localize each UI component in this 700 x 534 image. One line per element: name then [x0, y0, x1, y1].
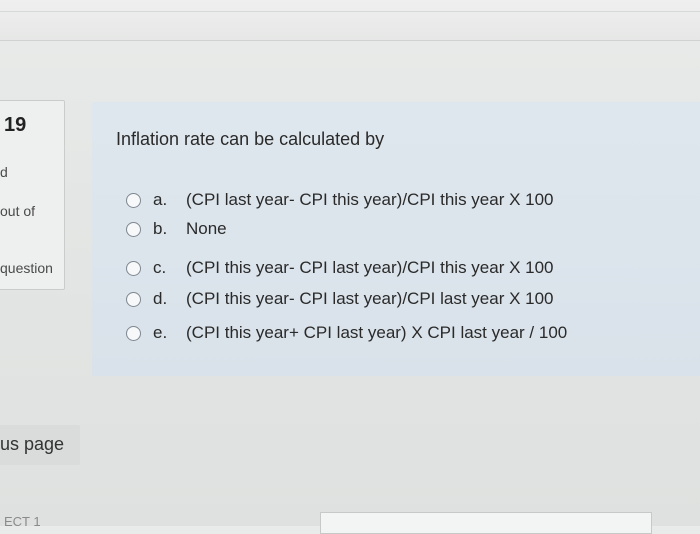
top-divider: [0, 11, 700, 12]
radio-button-c[interactable]: [126, 261, 141, 276]
option-letter: b.: [153, 219, 168, 238]
footer-partial-text: ECT 1: [4, 514, 41, 529]
option-text: (CPI this year- CPI last year)/CPI this …: [186, 258, 554, 277]
flag-question-link[interactable]: question: [0, 260, 53, 276]
option-text: None: [186, 219, 227, 238]
radio-button-b[interactable]: [126, 222, 141, 237]
option-text: (CPI this year+ CPI last year) X CPI las…: [186, 323, 568, 342]
option-letter: a.: [153, 190, 168, 209]
radio-button-e[interactable]: [126, 326, 141, 341]
radio-button-a[interactable]: [126, 193, 141, 208]
previous-page-label[interactable]: us page: [0, 434, 64, 455]
option-letter: d.: [153, 289, 168, 308]
option-text: (CPI last year- CPI this year)/CPI this …: [186, 190, 554, 209]
top-header-band: [0, 0, 700, 41]
option-letter: e.: [153, 323, 168, 342]
option-text: (CPI this year- CPI last year)/CPI last …: [186, 289, 554, 308]
question-number: 19: [4, 114, 27, 136]
option-letter: c.: [153, 258, 167, 277]
question-text: Inflation rate can be calculated by: [116, 129, 385, 149]
question-marks-label: out of: [0, 203, 36, 219]
radio-button-d[interactable]: [126, 292, 141, 307]
footer-input-box[interactable]: [320, 512, 652, 534]
question-state-label: d: [0, 164, 8, 180]
